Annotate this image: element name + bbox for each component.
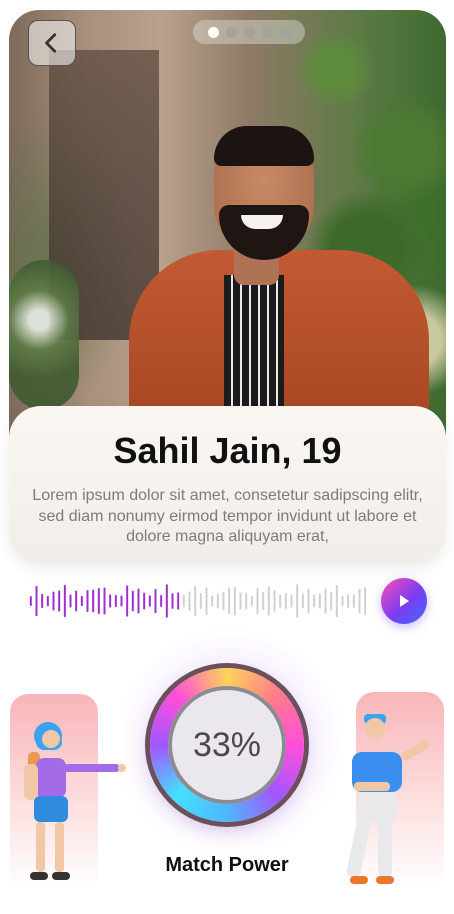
match-power-label: Match Power <box>165 854 289 876</box>
match-power-gauge: 33% <box>150 668 304 822</box>
carousel-indicator <box>193 20 305 44</box>
avatar-boy <box>346 714 430 884</box>
carousel-dot[interactable] <box>261 26 273 38</box>
avatar-girl <box>24 722 126 880</box>
carousel-dot[interactable] <box>207 26 219 38</box>
chevron-left-icon <box>45 33 57 53</box>
background-bush <box>9 260 79 410</box>
play-icon <box>400 595 409 607</box>
profile-name: Sahil Jain, 19 <box>113 430 342 471</box>
profile-info-card: Sahil Jain, 19 Lorem ipsum dolor sit ame… <box>9 406 446 564</box>
person-figure <box>129 126 429 450</box>
match-gauge-center: 33% <box>168 686 286 804</box>
match-percent: 33% <box>192 725 262 764</box>
profile-bio: Lorem ipsum dolor sit amet, consetetur s… <box>32 487 423 545</box>
voice-waveform[interactable] <box>28 582 368 620</box>
carousel-dot[interactable] <box>225 26 237 38</box>
back-button[interactable] <box>28 20 76 66</box>
carousel-dot[interactable] <box>243 26 255 38</box>
carousel-dot[interactable] <box>279 26 291 38</box>
play-button[interactable] <box>381 578 427 624</box>
